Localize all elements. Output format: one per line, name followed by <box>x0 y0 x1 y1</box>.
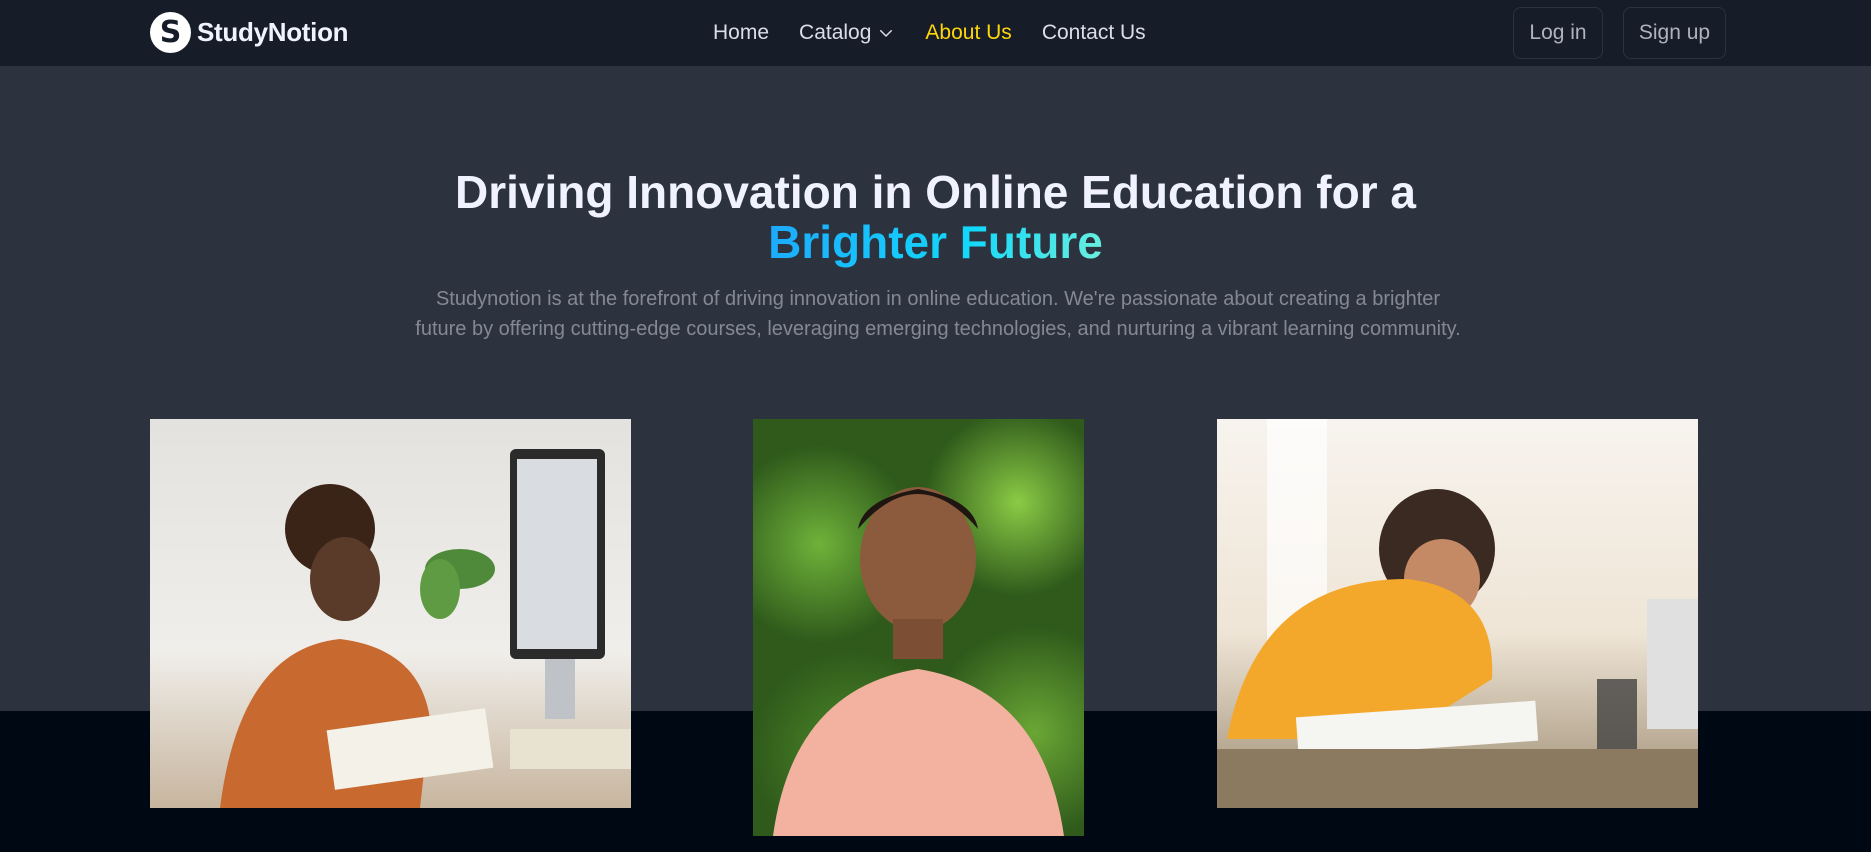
logo-text: StudyNotion <box>197 17 349 47</box>
nav-link-about-label: About Us <box>925 21 1012 44</box>
logo-icon: S <box>150 12 191 53</box>
nav-link-catalog[interactable]: Catalog <box>799 20 895 46</box>
login-button[interactable]: Log in <box>1513 7 1603 59</box>
nav-link-contact[interactable]: Contact Us <box>1042 20 1146 46</box>
about-image-student-writing <box>1217 419 1698 808</box>
chevron-down-icon <box>880 30 893 37</box>
signup-button[interactable]: Sign up <box>1623 7 1726 59</box>
logo[interactable]: S StudyNotion <box>150 12 349 53</box>
hero-heading-highlight: Brighter Future <box>768 216 1103 268</box>
hero-description: Studynotion is at the forefront of drivi… <box>415 288 1461 340</box>
nav-link-about[interactable]: About Us <box>925 20 1011 46</box>
nav-link-contact-label: Contact Us <box>1041 21 1146 44</box>
hero-heading: Driving Innovation in Online Education f… <box>0 167 1871 267</box>
about-image-student-portrait <box>753 419 1084 836</box>
navbar: S StudyNotion Home Catalog About Us Cont… <box>0 0 1871 67</box>
about-image-student-computer <box>150 419 631 808</box>
nav-link-home[interactable]: Home <box>713 20 769 46</box>
hero-heading-prefix: Driving Innovation in Online Education f… <box>455 166 1416 218</box>
nav-link-home-label: Home <box>713 21 770 44</box>
logo-letter: S <box>159 14 182 50</box>
nav-links: Home Catalog About Us Contact Us <box>713 20 1146 46</box>
nav-link-catalog-label: Catalog <box>799 21 872 44</box>
